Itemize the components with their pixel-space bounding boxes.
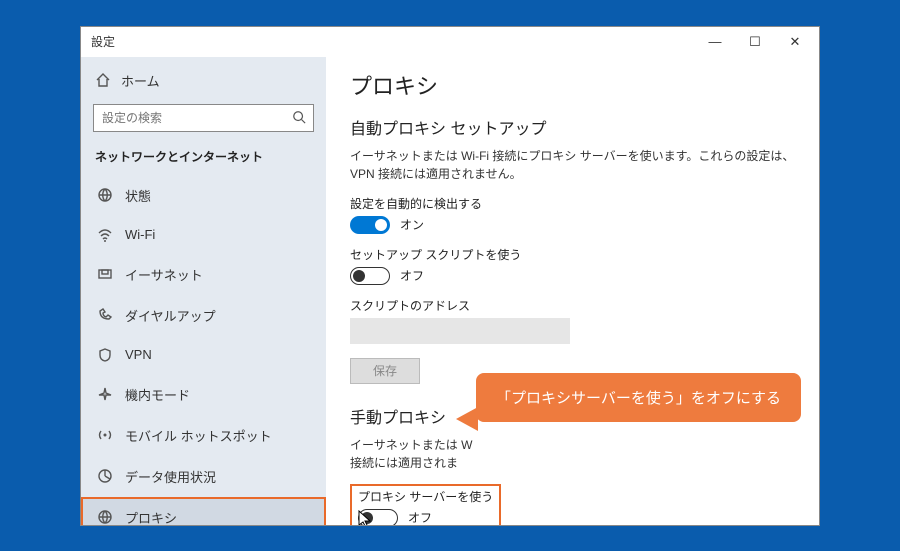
manual-proxy-desc: イーサネットまたは W 接続には適用されま	[350, 436, 795, 472]
close-button[interactable]: ✕	[775, 28, 815, 56]
auto-proxy-heading: 自動プロキシ セットアップ	[350, 115, 795, 139]
sidebar-item-label: イーサネット	[125, 265, 203, 284]
sidebar: ホーム ネットワークとインターネット 状態 Wi-Fi	[81, 57, 326, 525]
page-title: プロキシ	[350, 69, 795, 101]
toggle-switch-on	[350, 216, 390, 234]
maximize-button[interactable]: ☐	[735, 28, 775, 56]
instruction-callout: 「プロキシサーバーを使う」をオフにする	[476, 373, 801, 422]
content-pane: プロキシ 自動プロキシ セットアップ イーサネットまたは Wi-Fi 接続にプロ…	[326, 57, 819, 525]
sidebar-item-wifi[interactable]: Wi-Fi	[81, 216, 326, 254]
sidebar-item-label: Wi-Fi	[125, 227, 155, 242]
sidebar-item-proxy[interactable]: プロキシ	[81, 497, 326, 525]
script-address-input[interactable]	[350, 318, 570, 344]
ethernet-icon	[97, 266, 113, 282]
script-address-label: スクリプトのアドレス	[350, 297, 795, 314]
sidebar-item-label: 機内モード	[125, 385, 190, 404]
script-label: セットアップ スクリプトを使う	[350, 246, 795, 263]
sidebar-item-datausage[interactable]: データ使用状況	[81, 456, 326, 497]
search-input[interactable]	[93, 104, 314, 132]
airplane-icon	[97, 386, 113, 402]
titlebar: 設定 — ☐ ✕	[81, 27, 819, 57]
save-button[interactable]: 保存	[350, 358, 420, 384]
window-controls: — ☐ ✕	[695, 28, 815, 56]
data-usage-icon	[97, 468, 113, 484]
detect-toggle[interactable]: オン	[350, 216, 795, 234]
sidebar-item-label: 状態	[125, 186, 151, 205]
mouse-cursor-icon	[358, 510, 374, 525]
sidebar-item-label: データ使用状況	[125, 467, 216, 486]
sidebar-item-label: ダイヤルアップ	[125, 306, 216, 325]
script-toggle[interactable]: オフ	[350, 267, 795, 285]
home-link[interactable]: ホーム	[81, 63, 326, 98]
sidebar-item-airplane[interactable]: 機内モード	[81, 374, 326, 415]
settings-window: 設定 — ☐ ✕ ホーム ネットワークとインターネット 状態	[80, 26, 820, 526]
proxy-icon	[97, 509, 113, 525]
sidebar-item-vpn[interactable]: VPN	[81, 336, 326, 374]
dialup-icon	[97, 307, 113, 323]
home-label: ホーム	[121, 71, 160, 90]
status-icon	[97, 187, 113, 203]
sidebar-item-ethernet[interactable]: イーサネット	[81, 254, 326, 295]
wifi-icon	[97, 227, 113, 243]
use-proxy-label: プロキシ サーバーを使う	[358, 488, 493, 505]
sidebar-item-hotspot[interactable]: モバイル ホットスポット	[81, 415, 326, 456]
home-icon	[95, 72, 111, 88]
window-body: ホーム ネットワークとインターネット 状態 Wi-Fi	[81, 57, 819, 525]
sidebar-item-status[interactable]: 状態	[81, 175, 326, 216]
sidebar-item-label: プロキシ	[125, 508, 177, 525]
window-title: 設定	[91, 33, 115, 50]
sidebar-item-label: VPN	[125, 347, 152, 362]
auto-proxy-desc: イーサネットまたは Wi-Fi 接続にプロキシ サーバーを使います。これらの設定…	[350, 147, 795, 183]
hotspot-icon	[97, 427, 113, 443]
sidebar-item-dialup[interactable]: ダイヤルアップ	[81, 295, 326, 336]
toggle-switch-off	[350, 267, 390, 285]
toggle-state: オン	[400, 216, 424, 233]
use-proxy-highlight: プロキシ サーバーを使う オフ	[350, 484, 501, 525]
callout-text: 「プロキシサーバーを使う」をオフにする	[496, 390, 781, 407]
sidebar-nav: 状態 Wi-Fi イーサネット ダイヤルアップ VPN	[81, 175, 326, 525]
search-wrap	[81, 98, 326, 142]
toggle-state: オフ	[400, 267, 424, 284]
toggle-state: オフ	[408, 509, 432, 525]
search-icon	[292, 110, 306, 124]
vpn-icon	[97, 347, 113, 363]
use-proxy-toggle[interactable]: オフ	[358, 509, 493, 525]
sidebar-section-title: ネットワークとインターネット	[81, 142, 326, 175]
sidebar-item-label: モバイル ホットスポット	[125, 426, 272, 445]
detect-label: 設定を自動的に検出する	[350, 195, 795, 212]
minimize-button[interactable]: —	[695, 28, 735, 56]
